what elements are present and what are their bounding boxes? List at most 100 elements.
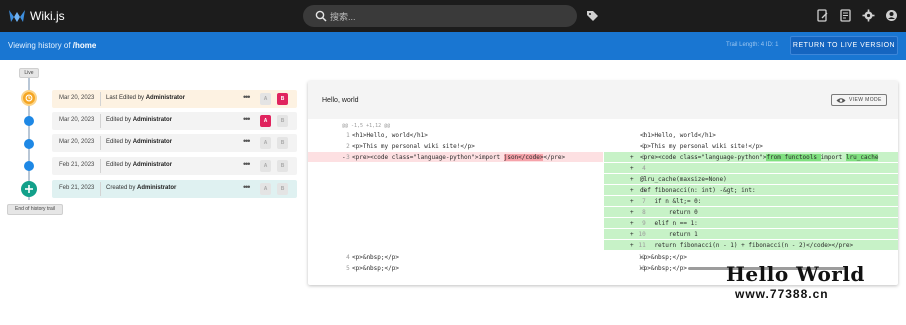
line-code: return 0 [640, 209, 698, 216]
account-icon[interactable] [885, 9, 898, 22]
history-description: Edited by Administrator [106, 162, 172, 168]
view-mode-button[interactable]: VIEW MODE [831, 94, 887, 106]
diff-sign: - [342, 154, 346, 161]
viewing-prefix: Viewing history of [8, 41, 71, 50]
diff-line: 1 <h1>Hello, world</h1> [604, 130, 898, 140]
line-code: <h1>Hello, world</h1> [352, 132, 428, 139]
history-date: Mar 20, 2023 [59, 117, 95, 123]
diff-line: 1 <h1>Hello, world</h1> [308, 130, 603, 140]
settings-icon[interactable] [862, 9, 875, 22]
page-name: Hello, world [322, 97, 359, 104]
line-code: elif n == 1: [640, 220, 698, 227]
history-user: Administrator [132, 139, 173, 145]
diff-sign: + [630, 231, 634, 238]
diff-line: 2 <p>This my personal wiki site!</p> [604, 141, 898, 151]
diff-left-pane: 1 <h1>Hello, world</h1> 2 <p>This my per… [308, 130, 603, 272]
compare-a-button[interactable]: A [260, 160, 271, 172]
diff-sign: + [630, 209, 634, 216]
line-code: <p>&nbsp;</p> [640, 265, 687, 272]
diff-card: Hello, world VIEW MODE @@ -1,5 +1,12 @@ … [308, 81, 898, 285]
diff-card-header: Hello, world VIEW MODE [308, 81, 898, 119]
more-actions-button[interactable]: ••• [243, 92, 251, 102]
more-actions-button[interactable]: ••• [243, 114, 251, 124]
row-divider [100, 159, 101, 173]
diff-sign: + [630, 154, 634, 161]
new-page-icon[interactable] [816, 9, 829, 22]
compare-b-button[interactable]: B [277, 137, 288, 149]
added-segment: lru_cache [845, 154, 879, 161]
search-input[interactable]: 搜索... [303, 5, 577, 27]
diff-sign: + [630, 242, 634, 249]
tag-icon[interactable] [586, 9, 599, 22]
diff-line-added: 6 + def fibonacci(n: int) -&gt; int: [604, 185, 898, 195]
compare-b-button[interactable]: B [277, 93, 288, 105]
line-code: <p>This my personal wiki site!</p> [640, 143, 763, 150]
history-action: Edited by [106, 162, 132, 168]
row-divider [100, 92, 101, 106]
diff-sign: + [630, 176, 634, 183]
live-chip: Live [19, 68, 39, 78]
history-row[interactable]: Mar 20, 2023 Edited by Administrator •••… [52, 134, 297, 152]
history-date: Feb 21, 2023 [59, 162, 95, 168]
compare-a-button[interactable]: A [260, 115, 271, 127]
return-to-live-button[interactable]: RETURN TO LIVE VERSION [790, 36, 898, 55]
compare-b-button[interactable]: B [277, 160, 288, 172]
code-segment: import [820, 154, 846, 161]
viewing-history-label: Viewing history of /home [8, 41, 96, 50]
line-code: <h1>Hello, world</h1> [640, 132, 716, 139]
wiki-logo-icon[interactable] [8, 8, 26, 24]
line-code: <p>&nbsp;</p> [352, 265, 399, 272]
diff-line: 4 <p>&nbsp;</p> [308, 252, 603, 262]
more-actions-button[interactable]: ••• [243, 136, 251, 146]
history-row[interactable]: Feb 21, 2023 Edited by Administrator •••… [52, 157, 297, 175]
history-description: Edited by Administrator [106, 117, 172, 123]
removed-segment: json</code> [503, 154, 544, 161]
diff-line-added: 10 + return 1 [604, 229, 898, 239]
history-row[interactable]: Mar 20, 2023 Last Edited by Administrato… [52, 90, 297, 108]
hunk-header: @@ -1,5 +1,12 @@ [342, 123, 391, 129]
compare-b-button[interactable]: B [277, 115, 288, 127]
history-row[interactable]: Mar 20, 2023 Edited by Administrator •••… [52, 112, 297, 130]
created-node-icon [21, 181, 37, 197]
compare-b-button[interactable]: B [277, 183, 288, 195]
row-divider [100, 136, 101, 150]
compare-a-button[interactable]: A [260, 183, 271, 195]
line-code: <p>&nbsp;</p> [640, 254, 687, 261]
more-actions-button[interactable]: ••• [243, 159, 251, 169]
edit-node-icon [21, 90, 37, 106]
trail-info: Trail Length: 4 ID: 1 [726, 42, 779, 48]
line-number: 4 [346, 254, 350, 261]
history-action: Edited by [106, 117, 132, 123]
page-actions-icon[interactable] [839, 9, 852, 22]
history-row[interactable]: Feb 21, 2023 Created by Administrator ••… [52, 180, 297, 198]
diff-line: 2 <p>This my personal wiki site!</p> [308, 141, 603, 151]
diff-line-added: 11 + return fibonacci(n - 1) + fibonacci… [604, 240, 898, 250]
watermark-title: Hello World [726, 262, 865, 286]
more-actions-button[interactable]: ••• [243, 182, 251, 192]
history-date: Mar 20, 2023 [59, 95, 95, 101]
app-title[interactable]: Wiki.js [30, 9, 65, 23]
end-of-trail-chip: End of history trail [7, 204, 63, 215]
history-user: Administrator [132, 117, 173, 123]
top-app-bar: Wiki.js 搜索... [0, 0, 906, 32]
history-description: Created by Administrator [106, 185, 176, 191]
history-action: Created by [106, 185, 136, 191]
history-node [24, 161, 34, 171]
diff-line-added: 4 + [604, 163, 898, 173]
diff-right-pane: 1 <h1>Hello, world</h1> 2 <p>This my per… [604, 130, 898, 272]
diff-spacer [308, 163, 603, 251]
compare-a-button[interactable]: A [260, 137, 271, 149]
compare-a-button[interactable]: A [260, 93, 271, 105]
history-action: Edited by [106, 139, 132, 145]
line-code: def fibonacci(n: int) -&gt; int: [640, 187, 756, 194]
history-date: Mar 20, 2023 [59, 139, 95, 145]
line-code: if n &lt;= 0: [640, 198, 702, 205]
diff-line: 5 <p>&nbsp;</p> [308, 263, 603, 273]
line-number: 5 [346, 265, 350, 272]
added-segment: from functools [766, 154, 821, 161]
history-node [24, 116, 34, 126]
history-user: Administrator [137, 185, 177, 191]
diff-sign: + [630, 187, 634, 194]
history-node [24, 139, 34, 149]
diff-line-added: 3 + <pre><code class="language-python">f… [604, 152, 898, 162]
